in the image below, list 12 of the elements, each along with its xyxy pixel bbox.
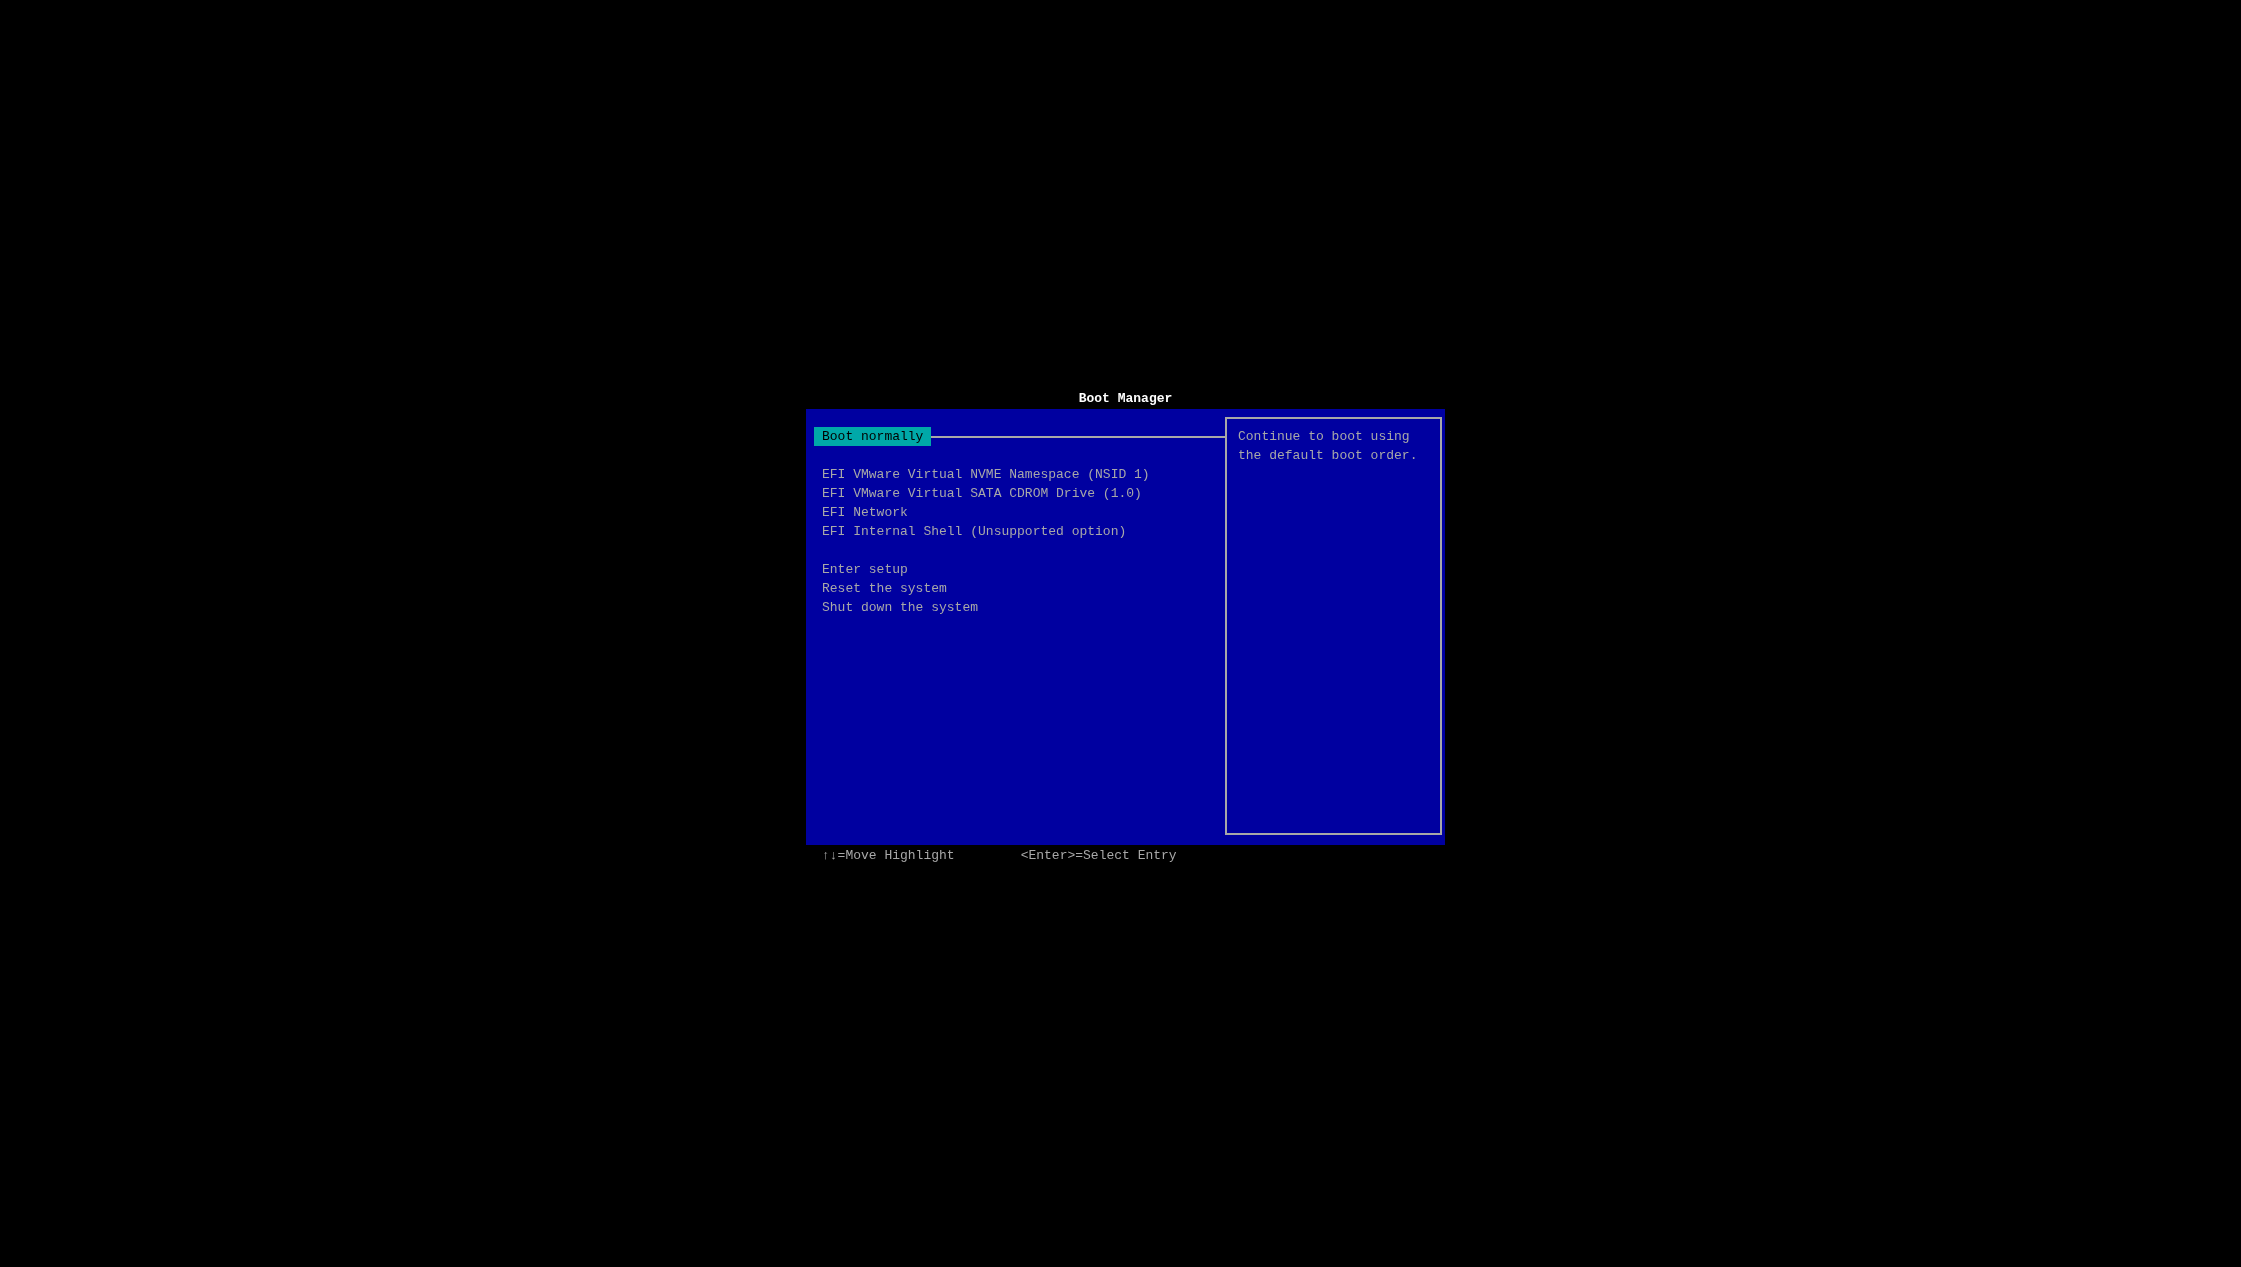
boot-menu-item[interactable]: Shut down the system [814, 598, 987, 617]
boot-menu-item[interactable]: EFI Network [814, 503, 916, 522]
boot-menu-item[interactable]: Reset the system [814, 579, 955, 598]
boot-menu-item[interactable]: Boot normally [814, 427, 932, 446]
help-text: Continue to boot using the default boot order. [1238, 428, 1419, 465]
boot-menu-item[interactable]: EFI VMware Virtual NVME Namespace (NSID 1) [814, 465, 1158, 484]
boot-menu-item[interactable]: EFI Internal Shell (Unsupported option) [814, 522, 1135, 541]
key-hint: ↑↓=Move Highlight [822, 847, 955, 865]
window-title: Boot Manager [1078, 389, 1173, 408]
boot-menu-item[interactable]: EFI VMware Virtual SATA CDROM Drive (1.0) [814, 484, 1150, 503]
key-hint: <Enter>=Select Entry [1020, 847, 1177, 865]
boot-menu-item[interactable]: Enter setup [814, 560, 916, 579]
